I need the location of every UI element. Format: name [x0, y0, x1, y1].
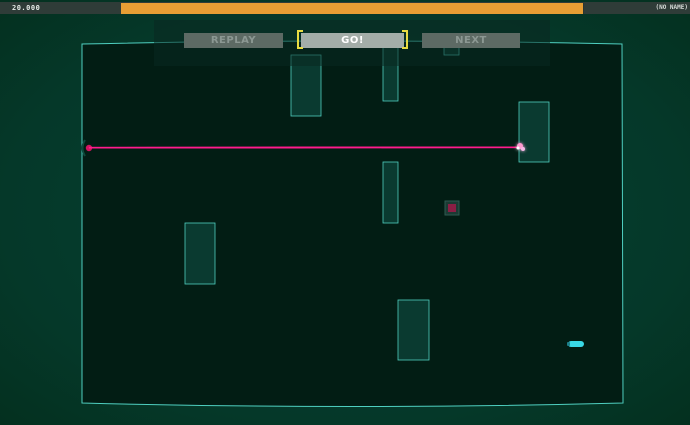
- obstacle-block: [382, 161, 399, 224]
- laser-beam: [88, 146, 520, 149]
- obstacle-block: [518, 101, 550, 163]
- obstacle-block: [397, 299, 430, 361]
- target-core: [448, 204, 456, 212]
- selection-bracket-right: [402, 30, 408, 49]
- next-button[interactable]: NEXT: [422, 33, 520, 48]
- player-pod[interactable]: [567, 341, 584, 347]
- arena-boundary: [81, 40, 624, 407]
- obstacle-block: [184, 222, 216, 285]
- game-screen: 20.000 (NO NAME) REPLAY GO! NEXT: [0, 0, 690, 425]
- level-controls-panel: REPLAY GO! NEXT: [154, 20, 550, 66]
- go-button[interactable]: GO!: [297, 30, 408, 49]
- go-button-label: GO!: [341, 35, 364, 46]
- replay-button[interactable]: REPLAY: [184, 33, 283, 48]
- selection-bracket-left: [297, 30, 303, 49]
